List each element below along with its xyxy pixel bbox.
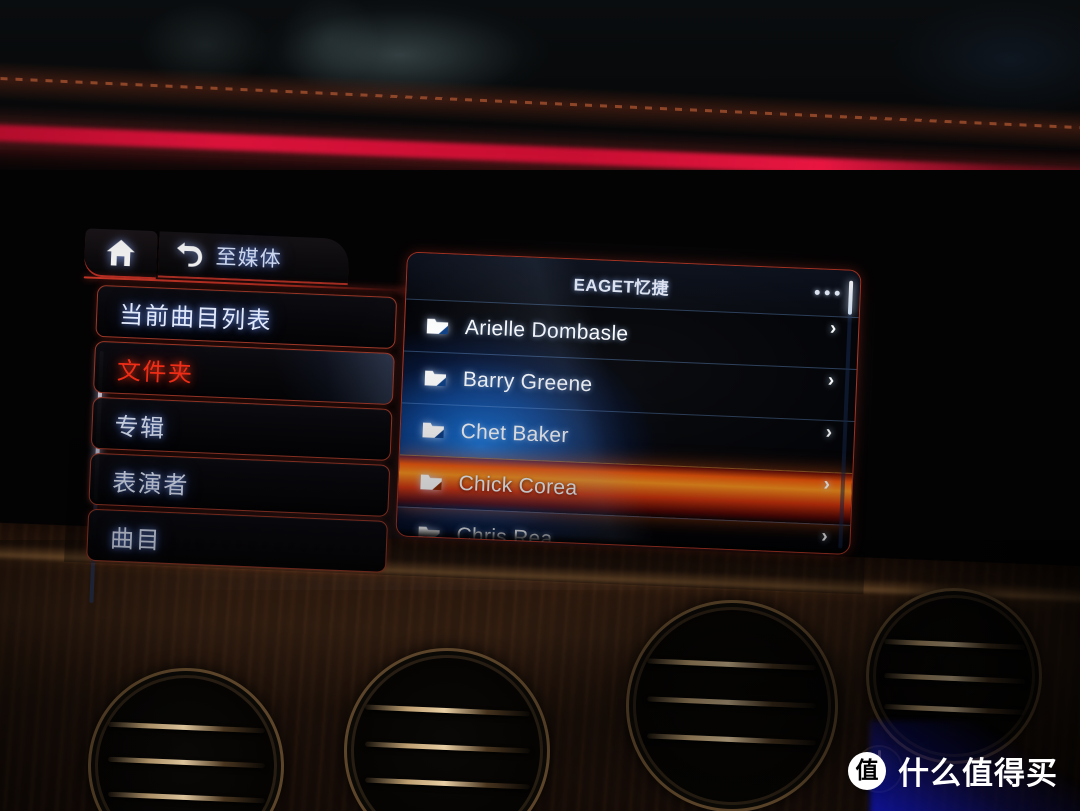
back-to-media-label: 至媒体 xyxy=(215,245,283,272)
sidebar-item-label: 曲目 xyxy=(109,525,162,555)
sidebar-item-label: 当前曲目列表 xyxy=(118,301,273,335)
sidebar-item-label: 专辑 xyxy=(114,413,167,443)
panel-title: EAGET忆捷 xyxy=(573,274,670,298)
windshield-reflection xyxy=(0,0,1080,150)
ellipsis-icon xyxy=(824,290,830,296)
sidebar-item-current-playlist[interactable]: 当前曲目列表 xyxy=(95,284,398,350)
sidebar-menu: 当前曲目列表 文件夹 专辑 表演者 曲目 xyxy=(86,284,398,603)
infotainment-screen: 至媒体 当前曲目列表 文件夹 专辑 表演者 曲目 EAGET忆捷 Arielle… xyxy=(64,222,878,603)
list-item-label: Chick Corea xyxy=(458,471,578,500)
air-vent[interactable] xyxy=(626,600,838,811)
list-item-label: Arielle Dombasle xyxy=(464,315,629,346)
ellipsis-icon xyxy=(834,290,840,296)
folder-icon xyxy=(418,526,440,543)
sidebar-item-label: 表演者 xyxy=(111,469,190,500)
home-icon xyxy=(106,239,135,267)
list-item-label: Chet Baker xyxy=(460,419,570,447)
list-item-label: Barry Greene xyxy=(462,367,593,396)
screenshot-root: 至媒体 当前曲目列表 文件夹 专辑 表演者 曲目 EAGET忆捷 Arielle… xyxy=(0,0,1080,811)
dashboard-wood-trim xyxy=(0,103,1080,223)
air-vent[interactable] xyxy=(866,588,1042,764)
ambient-light-strip xyxy=(0,123,1080,187)
sidebar-item-label: 文件夹 xyxy=(116,357,194,388)
folder-icon xyxy=(420,474,442,491)
back-arrow-icon xyxy=(177,242,203,267)
chevron-right-icon: › xyxy=(829,317,837,340)
sidebar-item-folder[interactable]: 文件夹 xyxy=(93,340,395,406)
sidebar-item-album[interactable]: 专辑 xyxy=(90,396,393,462)
sidebar-item-artist[interactable]: 表演者 xyxy=(88,452,391,517)
watermark-badge: 值 xyxy=(848,751,886,790)
watermark: 值 什么值得买 xyxy=(848,748,1058,793)
sidebar-item-track[interactable]: 曲目 xyxy=(86,508,389,573)
folder-icon xyxy=(422,422,444,439)
ambient-light-glow xyxy=(0,112,1080,206)
chevron-right-icon: › xyxy=(823,473,831,496)
air-vent[interactable] xyxy=(88,668,284,811)
folder-list: Arielle Dombasle › Barry Greene › Chet B… xyxy=(395,298,859,555)
list-item-label: Chris Rea xyxy=(456,523,553,551)
back-to-media-button[interactable]: 至媒体 xyxy=(157,231,350,284)
chevron-right-icon: › xyxy=(820,525,829,547)
overflow-menu-button[interactable] xyxy=(814,289,840,296)
vent-fins xyxy=(107,693,265,811)
chevron-right-icon: › xyxy=(827,369,835,392)
folder-icon xyxy=(426,318,449,335)
chevron-right-icon: › xyxy=(825,421,833,444)
browse-panel: EAGET忆捷 Arielle Dombasle › Barry Greene … xyxy=(395,251,862,555)
vent-fins xyxy=(883,611,1025,741)
air-vent[interactable] xyxy=(344,648,550,811)
watermark-text: 什么值得买 xyxy=(898,756,1058,791)
ellipsis-icon xyxy=(814,289,820,295)
dashboard-stitching xyxy=(0,59,1080,153)
home-button[interactable] xyxy=(83,228,158,278)
folder-icon xyxy=(424,370,447,387)
vent-fins xyxy=(364,675,530,811)
vent-fins xyxy=(647,628,817,785)
